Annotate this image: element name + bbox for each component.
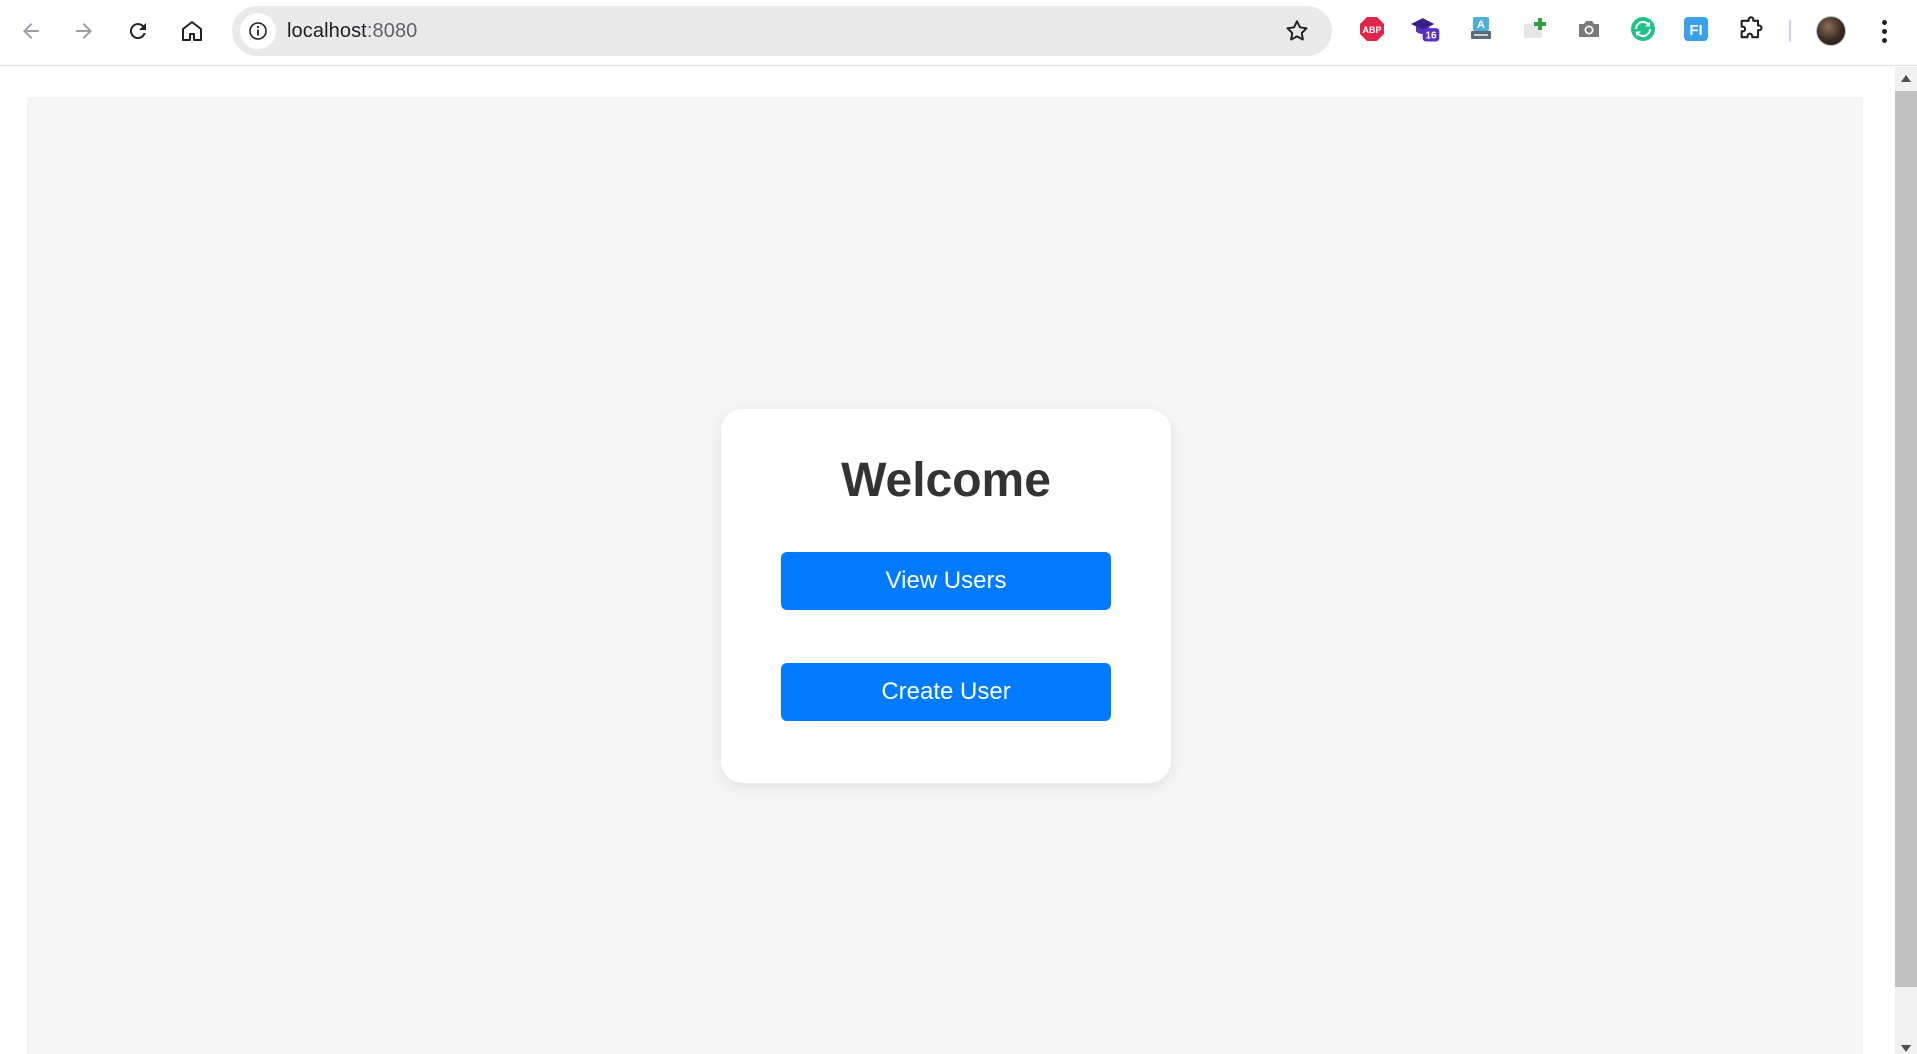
- svg-text:A: A: [1477, 19, 1485, 31]
- address-bar[interactable]: localhost:8080: [232, 6, 1332, 56]
- page-viewport: Welcome View Users Create User: [0, 67, 1895, 1054]
- browser-menu-button[interactable]: [1874, 16, 1894, 46]
- scroll-down-arrow-icon[interactable]: [1901, 1045, 1911, 1052]
- back-button[interactable]: [11, 11, 51, 51]
- view-users-button[interactable]: View Users: [781, 552, 1111, 610]
- svg-text:FI: FI: [1689, 22, 1702, 39]
- url-port: :8080: [366, 20, 418, 42]
- sync-icon[interactable]: [1628, 14, 1658, 44]
- svg-text:ABP: ABP: [1362, 25, 1381, 35]
- svg-text:16: 16: [1425, 31, 1437, 42]
- reload-icon: [129, 23, 146, 40]
- reload-button[interactable]: [118, 11, 158, 51]
- home-button[interactable]: [172, 11, 212, 51]
- extensions-puzzle-icon[interactable]: [1736, 14, 1766, 44]
- scroll-up-arrow-icon[interactable]: [1901, 75, 1911, 82]
- arrow-left-icon: [23, 23, 39, 39]
- site-info-button[interactable]: [240, 13, 276, 49]
- scroll-thumb[interactable]: [1895, 91, 1917, 987]
- menu-dot: [1881, 19, 1887, 25]
- page-title: Welcome: [841, 454, 1051, 507]
- fi-icon[interactable]: FI: [1681, 14, 1711, 44]
- forward-button[interactable]: [64, 11, 104, 51]
- camera-icon[interactable]: [1574, 14, 1604, 44]
- home-icon: [182, 21, 202, 41]
- arrow-right-icon: [76, 23, 92, 39]
- translate-icon[interactable]: A: [1466, 14, 1496, 44]
- info-icon: [249, 22, 267, 40]
- add-note-icon[interactable]: [1520, 14, 1550, 44]
- menu-dot: [1881, 37, 1887, 43]
- browser-toolbar: localhost:8080 ABP 16 A FI: [0, 0, 1917, 66]
- create-user-button[interactable]: Create User: [781, 663, 1111, 721]
- welcome-card: Welcome View Users Create User: [721, 409, 1171, 783]
- graduation-cap-icon[interactable]: 16: [1411, 14, 1441, 44]
- profile-avatar[interactable]: [1816, 16, 1846, 46]
- toolbar-divider: [1789, 20, 1791, 42]
- bookmark-star-icon[interactable]: [1284, 18, 1310, 44]
- adblock-plus-icon[interactable]: ABP: [1357, 14, 1387, 44]
- url-host: localhost: [287, 20, 367, 42]
- url-text[interactable]: localhost:8080: [287, 20, 417, 43]
- menu-dot: [1881, 28, 1887, 34]
- vertical-scrollbar[interactable]: [1895, 67, 1917, 1054]
